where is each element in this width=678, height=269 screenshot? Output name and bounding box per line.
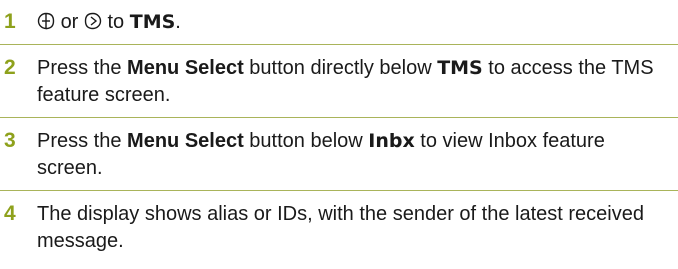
step-divider [0,117,678,118]
text-segment: button below [243,130,369,152]
step-divider [0,44,678,45]
step-divider [0,190,678,191]
step-text: or to TMS. [37,9,675,36]
step-end: . [175,11,181,33]
step-text: The display shows alias or IDs, with the… [37,203,644,252]
to-word: to [107,11,125,33]
display-label-tms: TMS [437,57,483,79]
scroll-left-icon [37,11,55,30]
display-label-tms: TMS [129,11,176,33]
step-number: 1 [4,10,16,33]
step-number: 3 [4,129,16,152]
button-name: Menu Select [127,57,244,79]
display-label-inbx: Inbx [368,130,415,152]
step-text: Press the Menu Select button below Inbx … [37,128,675,182]
step-number: 2 [4,56,16,79]
or-word: or [60,11,79,33]
text-segment: Press the [37,57,128,79]
step-number: 4 [4,202,16,225]
step-text: Press the Menu Select button directly be… [37,55,675,109]
button-name: Menu Select [127,130,244,152]
scroll-right-icon [84,11,102,30]
text-segment: Press the [37,130,128,152]
text-segment: button directly below [243,57,438,79]
